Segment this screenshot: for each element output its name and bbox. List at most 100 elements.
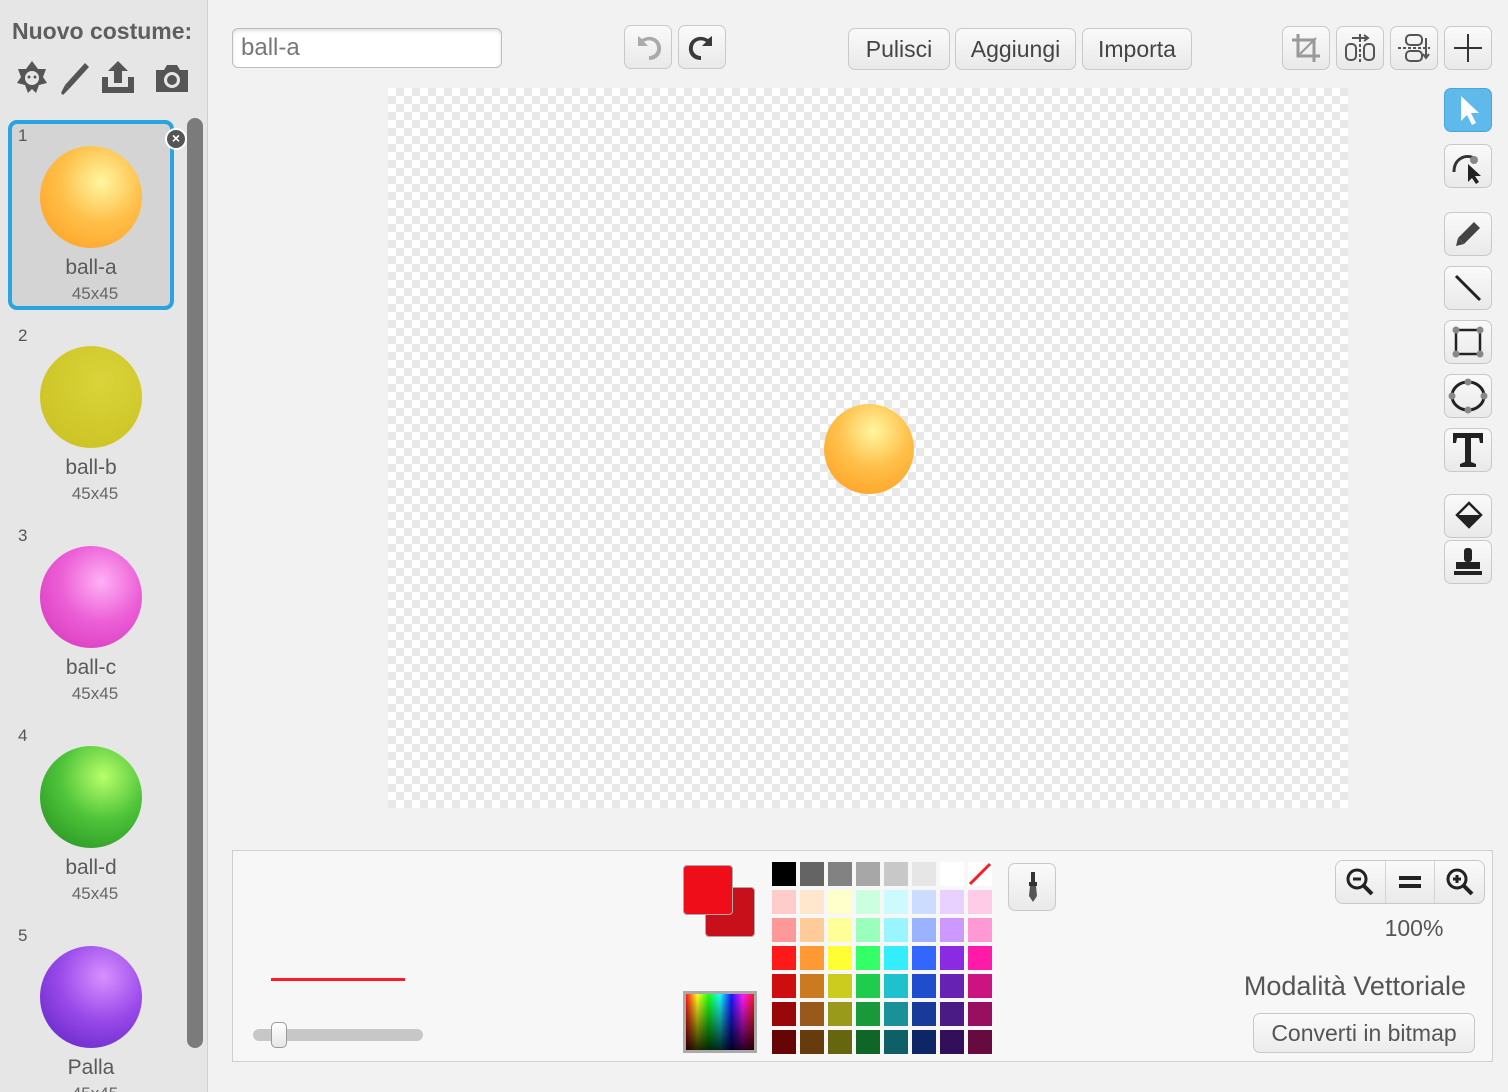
costume-item-palla[interactable]: 5 Palla 45x45 [8,920,174,1092]
palette-swatch[interactable] [940,862,964,886]
palette-swatch[interactable] [856,862,880,886]
palette-swatch[interactable] [856,890,880,914]
palette-swatch[interactable] [828,918,852,942]
line-tool-button[interactable] [1444,266,1492,310]
palette-swatch[interactable] [968,974,992,998]
costume-number: 2 [18,326,28,345]
palette-swatch[interactable] [912,1030,936,1054]
costume-name: ball-c [65,656,117,679]
reshape-icon [1452,155,1481,184]
upload-icon[interactable] [96,56,140,100]
palette-swatch[interactable] [800,862,824,886]
eyedropper-button[interactable] [1008,863,1056,911]
undo-button[interactable] [624,25,672,69]
drawing-canvas[interactable] [388,88,1348,808]
primary-color-swatch[interactable] [683,865,733,915]
palette-swatch[interactable] [856,946,880,970]
palette-swatch[interactable] [940,890,964,914]
palette-swatch[interactable] [772,974,796,998]
line-width-slider[interactable] [253,1022,423,1048]
palette-swatch[interactable] [912,974,936,998]
palette-swatch[interactable] [940,1002,964,1026]
palette-swatch[interactable] [968,890,992,914]
palette-swatch[interactable] [828,946,852,970]
palette-swatch[interactable] [772,918,796,942]
palette-swatch[interactable] [856,1002,880,1026]
palette-swatch[interactable] [800,918,824,942]
palette-swatch[interactable] [940,946,964,970]
text-tool-button[interactable] [1444,428,1492,472]
palette-swatch[interactable] [772,1030,796,1054]
palette-swatch[interactable] [912,946,936,970]
palette-swatch[interactable] [772,862,796,886]
add-button[interactable]: Aggiungi [955,28,1076,70]
pencil-tool-button[interactable] [1444,212,1492,256]
zoom-in-button[interactable] [1435,861,1484,903]
palette-swatch[interactable] [800,1002,824,1026]
palette-swatch[interactable] [772,1002,796,1026]
crop-button[interactable] [1282,26,1330,70]
costume-item-ball-b[interactable]: 2 ball-b 45x45 [8,320,174,510]
palette-swatch[interactable] [912,1002,936,1026]
palette-swatch[interactable] [828,862,852,886]
delete-costume-close-icon[interactable]: × [165,128,187,150]
palette-swatch[interactable] [912,862,936,886]
palette-swatch[interactable] [912,890,936,914]
palette-swatch[interactable] [884,918,908,942]
import-button[interactable]: Importa [1082,28,1192,70]
fill-tool-button[interactable] [1444,494,1492,538]
palette-swatch[interactable] [800,946,824,970]
flip-vertical-button[interactable] [1390,26,1438,70]
zoom-reset-button[interactable] [1386,861,1436,903]
flip-horizontal-button[interactable] [1336,26,1384,70]
select-tool-button[interactable] [1444,88,1492,132]
palette-swatch[interactable] [968,918,992,942]
palette-swatch[interactable] [884,1002,908,1026]
zoom-out-button[interactable] [1336,861,1386,903]
costume-name-input[interactable] [232,28,502,68]
palette-swatch[interactable] [800,1030,824,1054]
costume-item-ball-d[interactable]: 4 ball-d 45x45 [8,720,174,910]
ellipse-tool-button[interactable] [1444,374,1492,418]
costume-item-ball-a[interactable]: 1 ball-a 45x45 [8,120,174,310]
palette-swatch[interactable] [856,974,880,998]
palette-swatch[interactable] [968,1002,992,1026]
paint-brush-icon[interactable] [52,56,96,100]
palette-swatch[interactable] [884,1030,908,1054]
palette-swatch[interactable] [884,862,908,886]
palette-swatch[interactable] [968,946,992,970]
line-width-slider-knob[interactable] [271,1022,287,1048]
palette-swatch[interactable] [828,1030,852,1054]
stamp-tool-button[interactable] [1444,540,1492,584]
palette-swatch[interactable] [772,890,796,914]
palette-swatch[interactable] [828,890,852,914]
palette-swatch[interactable] [828,974,852,998]
costume-item-ball-c[interactable]: 3 ball-c 45x45 [8,520,174,710]
palette-swatch[interactable] [940,974,964,998]
canvas-costume-ball[interactable] [824,404,914,494]
palette-swatch[interactable] [800,890,824,914]
palette-swatch[interactable] [772,946,796,970]
palette-swatch[interactable] [856,1030,880,1054]
clear-button[interactable]: Pulisci [848,28,950,70]
convert-to-bitmap-button[interactable]: Converti in bitmap [1253,1013,1475,1053]
rectangle-tool-button[interactable] [1444,320,1492,364]
sprite-library-icon[interactable] [10,56,54,100]
palette-swatch[interactable] [884,890,908,914]
palette-swatch[interactable] [856,918,880,942]
palette-swatch[interactable] [940,918,964,942]
costume-list-scrollbar[interactable] [187,118,203,1048]
redo-button[interactable] [678,25,726,69]
reshape-tool-button[interactable] [1444,144,1492,188]
palette-swatch[interactable] [968,1030,992,1054]
palette-swatch[interactable] [828,1002,852,1026]
camera-icon[interactable] [150,56,194,100]
color-spectrum-button[interactable] [683,991,757,1053]
transparent-color-swatch[interactable] [968,862,992,886]
palette-swatch[interactable] [912,918,936,942]
palette-swatch[interactable] [884,946,908,970]
set-center-button[interactable] [1444,26,1492,70]
palette-swatch[interactable] [940,1030,964,1054]
palette-swatch[interactable] [800,974,824,998]
palette-swatch[interactable] [884,974,908,998]
